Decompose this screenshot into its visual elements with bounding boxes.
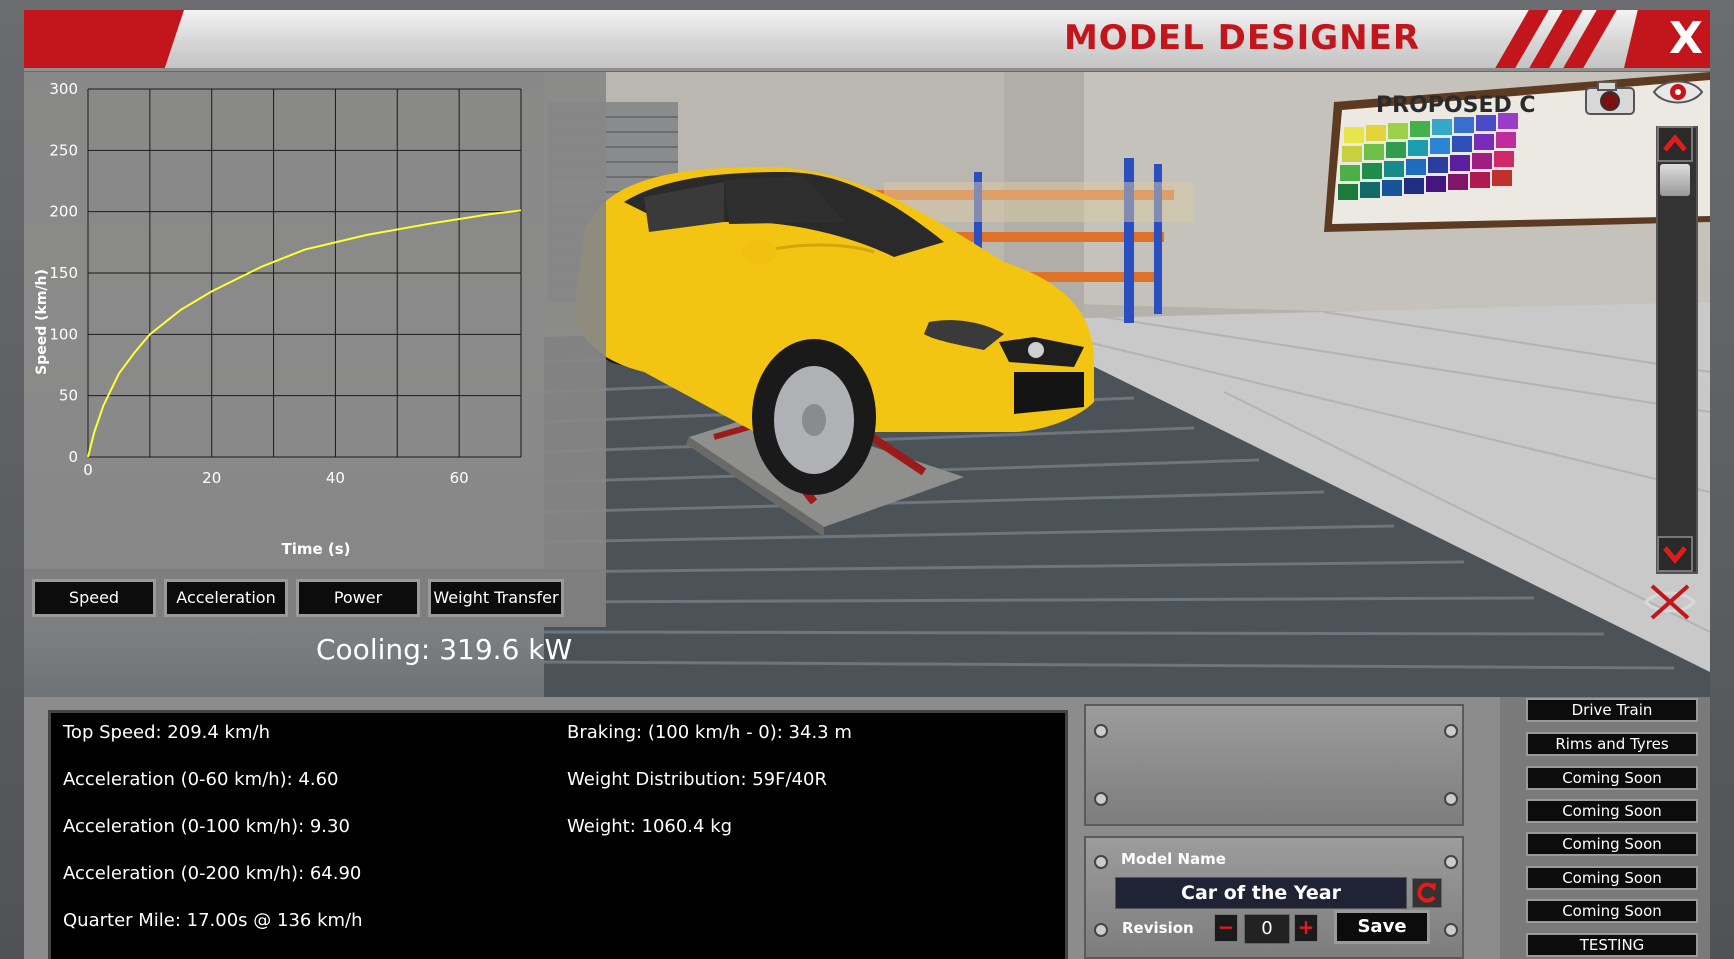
- rivet: [1094, 724, 1108, 738]
- x-tick-label: 0: [83, 461, 93, 479]
- stat-acceleration-0-60: Acceleration (0-60 km/h): 4.60: [63, 769, 339, 790]
- stat-top-speed: Top Speed: 209.4 km/h: [63, 722, 270, 743]
- stat-braking: Braking: (100 km/h - 0): 34.3 m: [567, 722, 852, 743]
- chevron-up-icon: [1663, 134, 1687, 152]
- rivet: [1094, 923, 1108, 937]
- title-stripes: [1495, 10, 1622, 68]
- title-accent-left: [24, 10, 184, 68]
- stat-weight: Weight: 1060.4 kg: [567, 816, 733, 837]
- scroll-up-button[interactable]: [1657, 126, 1693, 162]
- tab-speed[interactable]: Speed: [32, 579, 156, 617]
- x-tick-label: 60: [450, 469, 469, 487]
- revision-value: 0: [1244, 914, 1290, 944]
- camera-icon[interactable]: [1582, 78, 1638, 118]
- rivet: [1094, 855, 1108, 869]
- menu-item-coming-soon-1[interactable]: Coming Soon: [1526, 766, 1698, 790]
- rivet: [1444, 923, 1458, 937]
- hide-view-icon[interactable]: [1642, 580, 1698, 624]
- y-tick-label: 250: [49, 141, 78, 159]
- game-window: PROPOSED C MODEL DESIGNER X 0 50 100 150…: [0, 0, 1734, 959]
- speed-chart: 0 50 100 150 200 250 300 0 20 40 60 Time (s) Speed…: [34, 80, 522, 558]
- y-tick-label: 150: [49, 264, 78, 282]
- tab-acceleration[interactable]: Acceleration: [164, 579, 288, 617]
- rivet: [1444, 792, 1458, 806]
- eye-icon[interactable]: [1652, 74, 1704, 110]
- save-button[interactable]: Save: [1334, 910, 1430, 944]
- empty-plate: [1084, 704, 1464, 826]
- revision-decrement-button[interactable]: −: [1214, 914, 1238, 942]
- y-tick-label: 50: [59, 387, 78, 405]
- chart-tab-bar: Speed Acceleration Power Weight Transfer: [24, 569, 606, 627]
- scroll-thumb[interactable]: [1660, 164, 1690, 196]
- page-title: MODEL DESIGNER: [1063, 18, 1420, 58]
- rivet: [1094, 792, 1108, 806]
- stat-weight-distribution: Weight Distribution: 59F/40R: [567, 769, 827, 790]
- revision-increment-button[interactable]: +: [1294, 914, 1318, 942]
- y-tick-label: 100: [49, 325, 78, 343]
- y-tick-label: 300: [49, 80, 78, 98]
- menu-item-drive-train[interactable]: Drive Train: [1526, 698, 1698, 722]
- model-name-input[interactable]: Car of the Year: [1115, 877, 1407, 909]
- stat-acceleration-0-100: Acceleration (0-100 km/h): 9.30: [63, 816, 350, 837]
- y-tick-label: 200: [49, 203, 78, 221]
- title-bar: MODEL DESIGNER X: [24, 10, 1710, 71]
- scroll-down-button[interactable]: [1657, 536, 1693, 572]
- refresh-icon: [1417, 882, 1436, 903]
- cooling-readout: Cooling: 319.6 kW: [316, 633, 573, 666]
- x-tick-label: 40: [326, 469, 345, 487]
- menu-item-coming-soon-3[interactable]: Coming Soon: [1526, 832, 1698, 856]
- x-axis-label: Time (s): [281, 540, 350, 558]
- tab-power[interactable]: Power: [296, 579, 420, 617]
- close-button[interactable]: X: [1664, 16, 1708, 62]
- stat-acceleration-0-200: Acceleration (0-200 km/h): 64.90: [63, 863, 362, 884]
- rivet: [1444, 724, 1458, 738]
- y-axis-label: Speed (km/h): [34, 269, 50, 375]
- speed-series-line: [87, 209, 522, 458]
- menu-item-rims-and-tyres[interactable]: Rims and Tyres: [1526, 732, 1698, 756]
- tab-weight-transfer[interactable]: Weight Transfer: [428, 579, 564, 617]
- x-tick-label: 20: [202, 469, 221, 487]
- rivet: [1444, 855, 1458, 869]
- menu-item-testing[interactable]: TESTING: [1526, 933, 1698, 957]
- performance-chart-panel: 0 50 100 150 200 250 300 0 20 40 60 Time (s) Speed…: [24, 72, 606, 627]
- revision-label: Revision: [1122, 919, 1194, 937]
- menu-item-coming-soon-5[interactable]: Coming Soon: [1526, 899, 1698, 923]
- y-tick-label: 0: [68, 448, 78, 466]
- menu-item-coming-soon-4[interactable]: Coming Soon: [1526, 866, 1698, 890]
- reset-name-button[interactable]: [1412, 878, 1442, 908]
- menu-item-coming-soon-2[interactable]: Coming Soon: [1526, 799, 1698, 823]
- chevron-down-icon: [1663, 546, 1687, 564]
- stat-quarter-mile: Quarter Mile: 17.00s @ 136 km/h: [63, 910, 363, 931]
- model-name-label: Model Name: [1121, 850, 1226, 868]
